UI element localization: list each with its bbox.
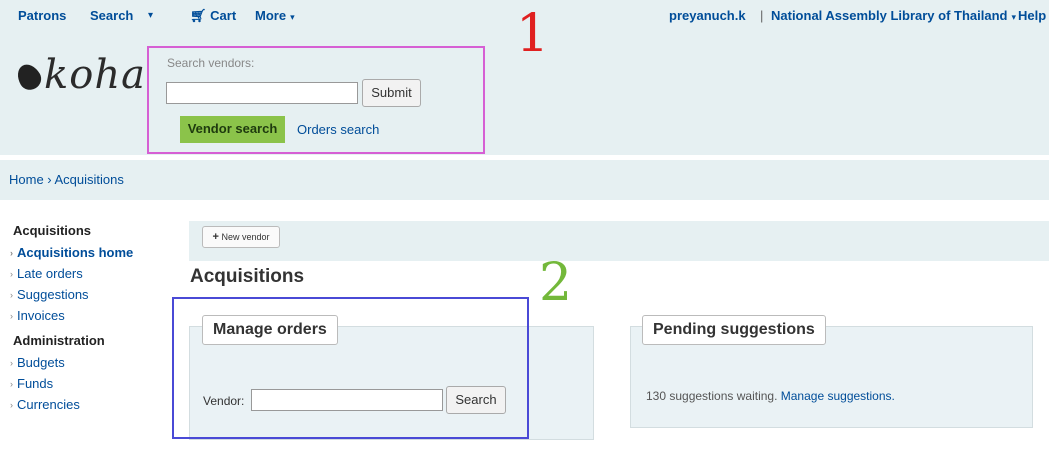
sidebar-item-suggestions[interactable]: Suggestions bbox=[10, 287, 173, 308]
tab-vendor-search[interactable]: Vendor search bbox=[180, 116, 285, 143]
new-vendor-label: New vendor bbox=[221, 232, 270, 242]
koha-logo[interactable]: koha bbox=[12, 52, 146, 98]
annotation-number-2: 2 bbox=[539, 253, 573, 313]
sidebar-item-budgets[interactable]: Budgets bbox=[10, 355, 173, 376]
koha-logo-text: koha bbox=[44, 52, 146, 98]
search-vendors-label: Search vendors: bbox=[167, 56, 255, 70]
nav-cart-label: Cart bbox=[210, 8, 237, 23]
breadcrumb[interactable]: Home › Acquisitions bbox=[9, 172, 124, 187]
page-title: Acquisitions bbox=[190, 266, 305, 287]
nav-search[interactable]: Search bbox=[90, 8, 133, 23]
pending-suggestions-title: Pending suggestions bbox=[642, 315, 826, 345]
sidebar-item-late-orders[interactable]: Late orders bbox=[10, 266, 173, 287]
suggestions-waiting-text: 130 suggestions waiting. bbox=[646, 389, 778, 403]
nav-more-label: More bbox=[255, 8, 287, 23]
nav-help[interactable]: Help bbox=[1018, 8, 1046, 23]
submit-button[interactable]: Submit bbox=[362, 79, 421, 107]
nav-separator: | bbox=[760, 8, 764, 23]
toolbar: + New vendor bbox=[189, 221, 1049, 261]
nav-user[interactable]: preyanuch.k bbox=[669, 8, 746, 23]
tab-orders-search[interactable]: Orders search bbox=[297, 122, 379, 137]
sidebar-item-currencies[interactable]: Currencies bbox=[10, 397, 173, 418]
manage-suggestions-link[interactable]: Manage suggestions. bbox=[781, 389, 895, 403]
annotation-number-1: 1 bbox=[516, 4, 550, 64]
nav-patrons[interactable]: Patrons bbox=[18, 8, 66, 23]
nav-library-label: National Assembly Library of Thailand bbox=[771, 8, 1008, 23]
suggestions-status: 130 suggestions waiting. Manage suggesti… bbox=[646, 389, 895, 403]
breadcrumb-bar: Home › Acquisitions bbox=[0, 160, 1049, 200]
sidebar-item-acquisitions-home[interactable]: Acquisitions home bbox=[10, 245, 173, 266]
nav-more[interactable]: More ▾ bbox=[255, 8, 295, 23]
cart-icon: 🛒︎ bbox=[190, 8, 207, 23]
new-vendor-button[interactable]: + New vendor bbox=[202, 226, 280, 248]
vendor-search-box: Search vendors: Submit Vendor search Ord… bbox=[147, 46, 485, 154]
plus-icon: + bbox=[212, 231, 219, 243]
annotation-highlight-box-2 bbox=[172, 297, 529, 439]
chevron-down-icon: ▾ bbox=[290, 12, 295, 22]
sidebar: Acquisitions Acquisitions home Late orde… bbox=[10, 223, 173, 418]
sidebar-item-invoices[interactable]: Invoices bbox=[10, 308, 173, 329]
sidebar-item-funds[interactable]: Funds bbox=[10, 376, 173, 397]
koha-logo-icon bbox=[12, 60, 46, 94]
chevron-down-icon: ▾ bbox=[1011, 12, 1016, 22]
sidebar-heading-acquisitions: Acquisitions bbox=[13, 223, 92, 238]
search-dropdown-caret-icon[interactable]: ▾ bbox=[148, 10, 153, 21]
nav-library[interactable]: National Assembly Library of Thailand ▾ bbox=[771, 8, 1016, 23]
sidebar-heading-administration: Administration bbox=[13, 333, 105, 348]
nav-cart[interactable]: 🛒︎ Cart bbox=[190, 8, 236, 24]
search-vendors-input[interactable] bbox=[166, 82, 358, 104]
